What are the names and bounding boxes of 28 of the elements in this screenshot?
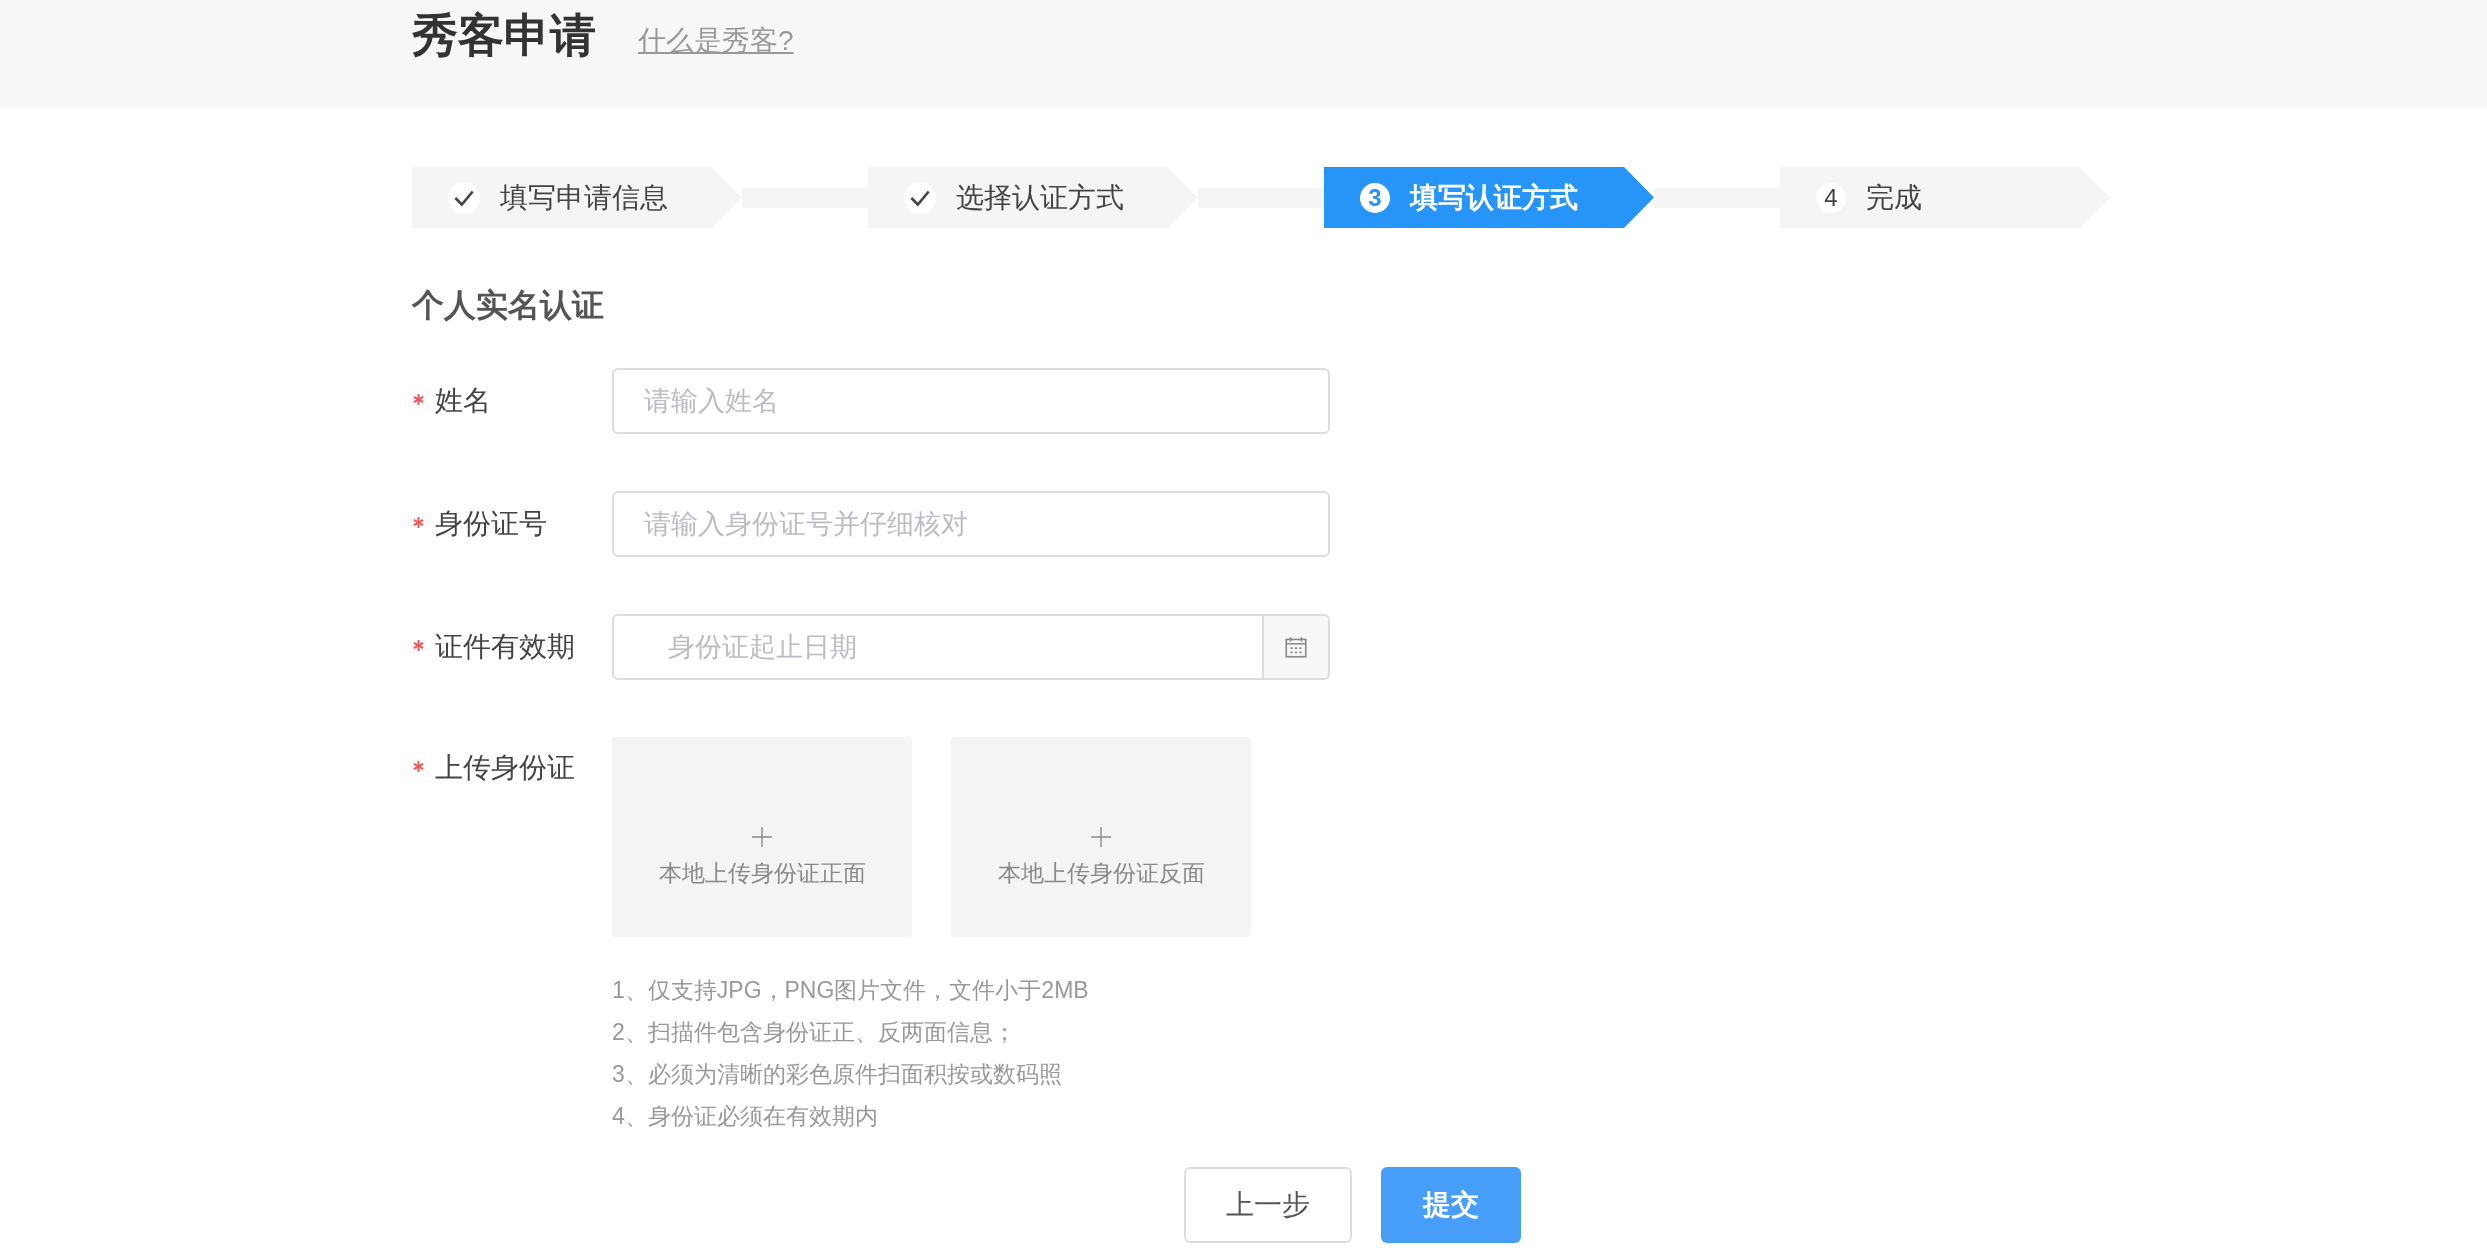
date-field[interactable]: 身份证起止日期 [612,614,1264,680]
plus-icon [1090,825,1112,848]
step-label: 填写申请信息 [500,180,668,215]
step-number: 4 [1816,182,1846,213]
upload-area[interactable]: 本地上传身份证正面 [612,737,912,937]
step-label: 选择认证方式 [956,180,1124,215]
calendar-icon [1283,634,1309,660]
back-button[interactable]: 上一步 [1184,1167,1352,1243]
upload-note: 3、必须为清晰的彩色原件扫面积按或数码照 [612,1060,1063,1089]
step-label: 填写认证方式 [1410,180,1578,215]
step-number: 3 [1360,182,1390,213]
upload-area[interactable]: 本地上传身份证反面 [951,737,1251,937]
page-title: 秀客申请 [412,8,596,63]
field-label: 证件有效期 [435,630,575,664]
upload-note: 4、身份证必须在有效期内 [612,1102,879,1131]
plus-icon [751,825,773,848]
calendar-button[interactable] [1264,614,1330,680]
field-label: 上传身份证 [435,751,575,785]
section-title: 个人实名认证 [412,286,605,325]
field-label: 身份证号 [435,507,547,541]
submit-button[interactable]: 提交 [1381,1167,1521,1243]
input-field[interactable]: 请输入身份证号并仔细核对 [612,491,1330,557]
field-label: 姓名 [435,384,491,418]
upload-note: 2、扫描件包含身份证正、反两面信息； [612,1018,1017,1047]
help-link[interactable]: 什么是秀客? [638,22,810,60]
input-field[interactable]: 请输入姓名 [612,368,1330,434]
upload-note: 1、仅支持JPG，PNG图片文件，文件小于2MB [612,976,1090,1005]
step-label: 完成 [1866,180,1922,215]
